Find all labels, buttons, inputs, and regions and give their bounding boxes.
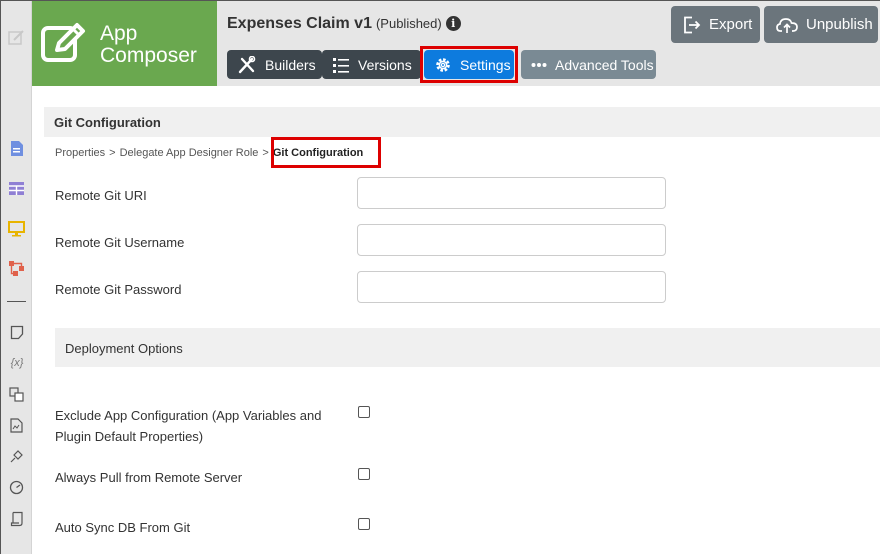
app-name: Expenses Claim v1 bbox=[227, 15, 372, 32]
remote-git-uri-label: Remote Git URI bbox=[55, 188, 147, 203]
brand-line-2: Composer bbox=[100, 44, 197, 67]
language-icon[interactable] bbox=[8, 386, 25, 403]
app-composer-brand[interactable]: App Composer bbox=[32, 1, 217, 86]
tab-advanced-tools[interactable]: Advanced Tools bbox=[521, 50, 656, 79]
deployment-options-title: Deployment Options bbox=[65, 341, 183, 356]
info-icon[interactable]: i bbox=[445, 16, 461, 31]
list-icon bbox=[333, 57, 349, 73]
sidebar-divider bbox=[7, 301, 26, 302]
always-pull-label: Always Pull from Remote Server bbox=[55, 470, 243, 485]
section-header: Git Configuration bbox=[44, 107, 880, 137]
always-pull-checkbox[interactable] bbox=[358, 468, 370, 480]
main-content: Git Configuration Properties > Delegate Ap… bbox=[32, 86, 880, 554]
app-title: Expenses Claim v1 (Published) i bbox=[227, 15, 461, 33]
breadcrumb-separator: > bbox=[109, 147, 116, 159]
settings-highlight-box bbox=[420, 46, 518, 83]
exclude-label-line-2: Plugin Default Properties) bbox=[55, 429, 204, 444]
export-icon bbox=[684, 16, 701, 33]
unpublish-label: Unpublish bbox=[806, 16, 873, 33]
plug-icon[interactable] bbox=[8, 448, 25, 465]
process-flow-icon[interactable] bbox=[8, 260, 25, 277]
exclude-app-config-label: Exclude App Configuration (App Variables… bbox=[55, 405, 321, 447]
tab-versions[interactable]: Versions bbox=[322, 50, 421, 79]
brand-name: App Composer bbox=[100, 23, 197, 67]
breadcrumb-highlight-box bbox=[271, 137, 381, 168]
document-icon[interactable] bbox=[8, 140, 25, 157]
tab-label: Versions bbox=[358, 56, 412, 73]
section-title: Git Configuration bbox=[54, 115, 161, 130]
breadcrumb-properties[interactable]: Properties bbox=[55, 147, 105, 159]
auto-sync-checkbox[interactable] bbox=[358, 518, 370, 530]
variable-icon[interactable]: {x} bbox=[6, 354, 28, 371]
ellipsis-icon bbox=[531, 62, 547, 67]
remote-git-password-input[interactable] bbox=[357, 271, 666, 303]
deployment-options-header: Deployment Options bbox=[55, 328, 880, 367]
tab-label: Advanced Tools bbox=[555, 56, 654, 73]
remote-git-password-label: Remote Git Password bbox=[55, 282, 182, 297]
breadcrumb-separator: > bbox=[262, 147, 269, 159]
app-status: (Published) bbox=[375, 16, 442, 31]
export-label: Export bbox=[709, 16, 753, 33]
gauge-icon[interactable] bbox=[8, 479, 25, 496]
exclude-app-config-checkbox[interactable] bbox=[358, 406, 370, 418]
edit-icon[interactable] bbox=[8, 29, 25, 46]
scroll-icon[interactable] bbox=[8, 510, 25, 527]
cloud-upload-icon bbox=[776, 17, 798, 33]
note-icon[interactable] bbox=[8, 324, 25, 341]
remote-git-username-input[interactable] bbox=[357, 224, 666, 256]
tab-builders[interactable]: Builders bbox=[227, 50, 322, 79]
unpublish-button[interactable]: Unpublish bbox=[764, 6, 878, 43]
auto-sync-label: Auto Sync DB From Git bbox=[55, 520, 191, 535]
table-icon[interactable] bbox=[8, 180, 25, 197]
app-header: App Composer Expenses Claim v1 (Published… bbox=[32, 1, 880, 86]
brand-line-1: App bbox=[100, 22, 138, 45]
remote-git-uri-input[interactable] bbox=[357, 177, 666, 209]
tab-label: Builders bbox=[265, 56, 316, 73]
remote-git-username-label: Remote Git Username bbox=[55, 235, 185, 250]
monitor-icon[interactable] bbox=[8, 220, 25, 237]
file-chart-icon[interactable] bbox=[8, 417, 25, 434]
breadcrumb-delegate-role[interactable]: Delegate App Designer Role bbox=[120, 147, 259, 159]
left-sidebar: {x} bbox=[1, 1, 32, 554]
export-button[interactable]: Export bbox=[671, 6, 760, 43]
edit-square-icon bbox=[40, 22, 86, 64]
exclude-label-line-1: Exclude App Configuration (App Variables… bbox=[55, 408, 322, 423]
tools-icon bbox=[238, 55, 256, 73]
